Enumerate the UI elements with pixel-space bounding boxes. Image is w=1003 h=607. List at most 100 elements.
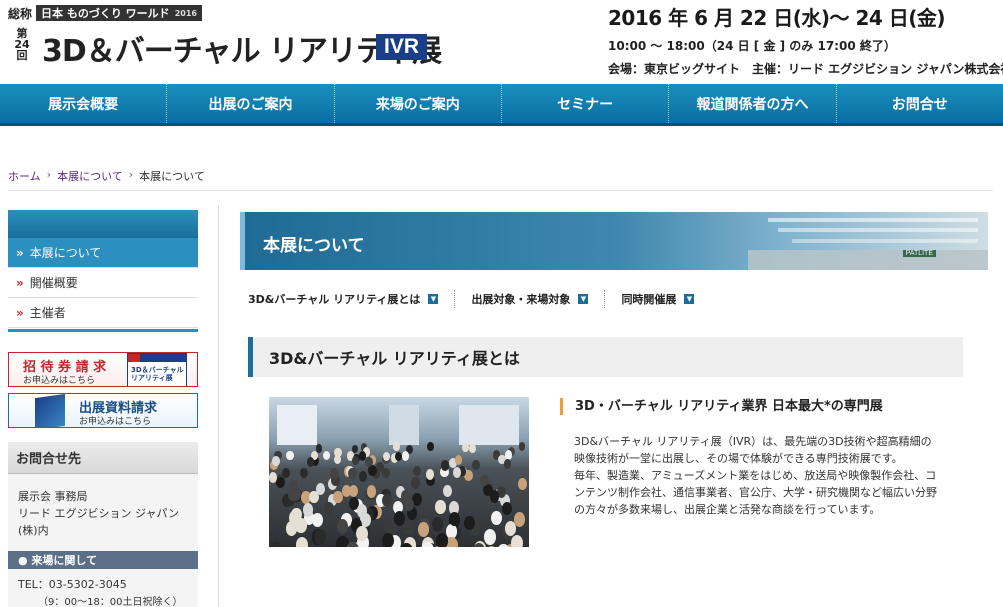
ticket-tag (128, 354, 140, 362)
anchor-concurrent-shows[interactable]: 同時開催展 ▼ (621, 290, 710, 308)
sidebar-nav: » 本展について » 開催概要 » 主催者 (8, 210, 198, 332)
crowd-person (435, 533, 449, 547)
sidebar-item-label: 開催概要 (29, 276, 78, 290)
in-page-anchor-nav: 3D&バーチャル リアリティ展とは ▼ 出展対象・来場対象 ▼ 同時開催展 ▼ (248, 290, 726, 308)
crowd-person (366, 485, 377, 498)
breadcrumb-current: 本展について (139, 170, 205, 183)
site-header: 総称 日本 ものづくり ワールド 2016 第24回 3D＆バーチャル リアリテ… (0, 0, 1003, 82)
event-date: 2016 年 6 月 22 日(水)～ 24 日(金) (608, 6, 946, 30)
photo-booth (389, 405, 419, 445)
contact-visitor-heading: ● 来場に関して (8, 551, 198, 569)
sidebar-item-about[interactable]: » 本展について (8, 238, 198, 268)
invitation-banner-sub: お申込みはこちら (23, 376, 96, 386)
hall-booth-row (792, 239, 978, 243)
exhibit-docs-request-banner[interactable]: 出展資料請求 お申込みはこちら (8, 393, 198, 428)
anchor-label: 3D&バーチャル リアリティ展とは (248, 293, 421, 306)
crowd-person (368, 465, 377, 476)
anchor-about-show[interactable]: 3D&バーチャル リアリティ展とは ▼ (248, 290, 456, 308)
event-info: 2016 年 6 月 22 日(水)～ 24 日(金) 10:00 ～ 18:0… (608, 2, 1003, 77)
contact-company: リード エグジビション ジャパン(株)内 (18, 507, 179, 537)
crowd-person (381, 494, 392, 507)
monozukuri-world-badge: 日本 ものづくり ワールド 2016 (36, 5, 202, 21)
show-logo[interactable]: 総称 日本 ものづくり ワールド 2016 第24回 3D＆バーチャル リアリテ… (8, 4, 448, 76)
crowd-person (348, 468, 357, 479)
crowd-person (348, 485, 358, 498)
crowd-person (323, 501, 335, 516)
anchor-label: 同時開催展 (621, 293, 677, 306)
section-heading: 3D&バーチャル リアリティ展とは (248, 337, 963, 377)
crowd-person (311, 513, 323, 528)
crowd-person (358, 451, 367, 461)
crowd-person (515, 490, 526, 503)
crowd-person (322, 451, 330, 461)
crowd-person (401, 451, 409, 461)
event-venue: 会場：東京ビッグサイト 主催：リード エグジビション ジャパン株式会社 (608, 62, 1003, 76)
crowd-person (295, 536, 309, 547)
crowd-person (518, 478, 528, 490)
crowd-person (337, 519, 349, 535)
ivr-badge: IVR (376, 34, 428, 60)
contact-box: お問合せ先 展示会 事務局 リード エグジビション ジャパン(株)内 ● 来場に… (8, 442, 198, 607)
crowd-person (471, 459, 480, 470)
crowd-person (503, 458, 512, 469)
crowd-person (403, 520, 415, 535)
column-divider (218, 205, 219, 607)
crowd-person (435, 500, 446, 514)
hall-booth-row (768, 218, 978, 222)
crowd-person (288, 488, 298, 501)
breadcrumb-parent[interactable]: 本展について (57, 168, 123, 184)
sidebar-item-label: 主催者 (29, 306, 66, 320)
double-chevron-down-icon: » (16, 245, 24, 260)
contact-office-info: 展示会 事務局 リード エグジビション ジャパン(株)内 (8, 474, 198, 539)
sidebar-item-label: 本展について (29, 246, 102, 260)
crowd-person (276, 476, 285, 489)
nav-visit-info[interactable]: 来場のご案内 (335, 84, 502, 123)
crowd-person (417, 521, 430, 537)
exhibit-banner-sub: お申込みはこちら (79, 417, 152, 427)
sidebar-bottom-rule (8, 329, 198, 332)
nav-exhibit-info[interactable]: 出展のご案内 (167, 84, 335, 123)
crowd-person (426, 442, 434, 452)
nav-overview[interactable]: 展示会概要 (0, 84, 168, 123)
crowd-person (281, 467, 291, 479)
crowd-person (393, 442, 400, 451)
crowd-person (454, 455, 463, 466)
breadcrumb-divider (8, 190, 993, 191)
brochure-icon (35, 394, 65, 427)
crowd-person (286, 521, 298, 537)
crowd-person (314, 529, 327, 545)
sidebar-item-organizer[interactable]: » 主催者 (8, 298, 198, 328)
double-chevron-right-icon: » (16, 275, 24, 290)
crowd-photo (269, 397, 529, 547)
double-chevron-right-icon: » (16, 305, 24, 320)
nav-seminar[interactable]: セミナー (502, 84, 670, 123)
crowd-person (514, 512, 525, 527)
sokan-label: 総称 (8, 6, 33, 21)
crowd-person (269, 541, 283, 547)
feature-title: 3D・バーチャル リアリティ業界 日本最大*の専門展 (560, 398, 920, 415)
breadcrumb-home[interactable]: ホーム (8, 168, 41, 184)
anchor-exhibit-targets[interactable]: 出展対象・来場対象 ▼ (471, 290, 606, 308)
crowd-person (431, 517, 444, 532)
anchor-label: 出展対象・来場対象 (471, 293, 571, 306)
crowd-person (351, 455, 360, 466)
crowd-person (440, 460, 449, 471)
crowd-person (518, 442, 526, 452)
event-hours: 10:00 ～ 18:00（24 日 [ 金 ] のみ 17:00 終了） (608, 39, 896, 53)
nav-contact[interactable]: お問合せ (837, 84, 1003, 123)
contact-office: 展示会 事務局 (18, 490, 88, 503)
edition-label: 第24回 (14, 27, 30, 62)
crowd-person (413, 465, 422, 477)
crowd-person (365, 456, 373, 467)
crowd-person (358, 470, 368, 482)
feature-text: 3D&バーチャル リアリティ展（IVR）は、最先端の3D技術や超高精細の映像技術… (574, 435, 937, 516)
photo-booth (459, 405, 519, 445)
invitation-request-banner[interactable]: 招 待 券 請 求 お申込みはこちら 3D＆バーチャル リアリティ展 (8, 352, 198, 387)
crowd-person (425, 468, 435, 480)
crowd-person (308, 490, 319, 504)
sidebar-item-outline[interactable]: » 開催概要 (8, 268, 198, 298)
crowd-person (381, 532, 394, 547)
crowd-person (302, 503, 313, 517)
nav-press[interactable]: 報道関係者の方へ (669, 84, 837, 123)
invitation-ticket-thumbnail: 3D＆バーチャル リアリティ展 (127, 353, 187, 386)
